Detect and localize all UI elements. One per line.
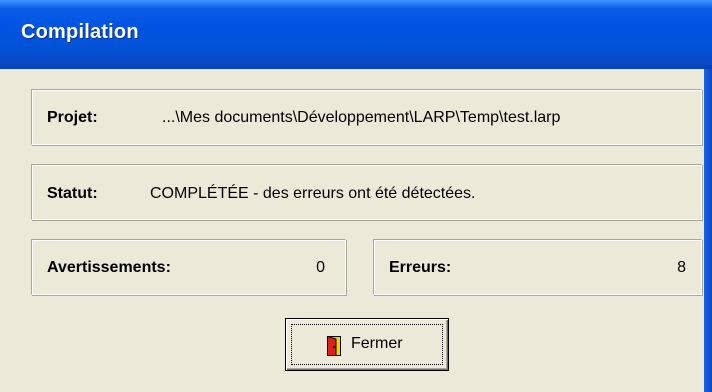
project-label: Projet: — [47, 109, 98, 126]
warnings-panel: Avertissements: 0 — [31, 239, 346, 295]
status-label: Statut: — [47, 185, 98, 202]
compilation-dialog: Compilation Projet: ...\Mes documents\Dé… — [0, 0, 712, 392]
errors-panel: Erreurs: 8 — [373, 239, 702, 295]
status-message: COMPLÉTÉE - des erreurs ont été détectée… — [150, 185, 476, 202]
project-path: ...\Mes documents\Développement\LARP\Tem… — [162, 109, 561, 126]
title-bar[interactable]: Compilation — [0, 0, 712, 69]
window-right-border — [704, 69, 712, 392]
errors-label: Erreurs: — [389, 259, 452, 276]
warnings-count: 0 — [316, 259, 325, 276]
status-panel: Statut: COMPLÉTÉE - des erreurs ont été … — [31, 164, 702, 220]
warnings-label: Avertissements: — [47, 259, 171, 276]
close-button-label: Fermer — [351, 335, 403, 352]
window-title: Compilation — [21, 21, 139, 43]
close-button[interactable]: Fermer — [285, 318, 449, 371]
errors-count: 8 — [677, 259, 686, 276]
door-exit-icon — [327, 335, 341, 356]
project-panel: Projet: ...\Mes documents\Développement\… — [31, 89, 702, 145]
